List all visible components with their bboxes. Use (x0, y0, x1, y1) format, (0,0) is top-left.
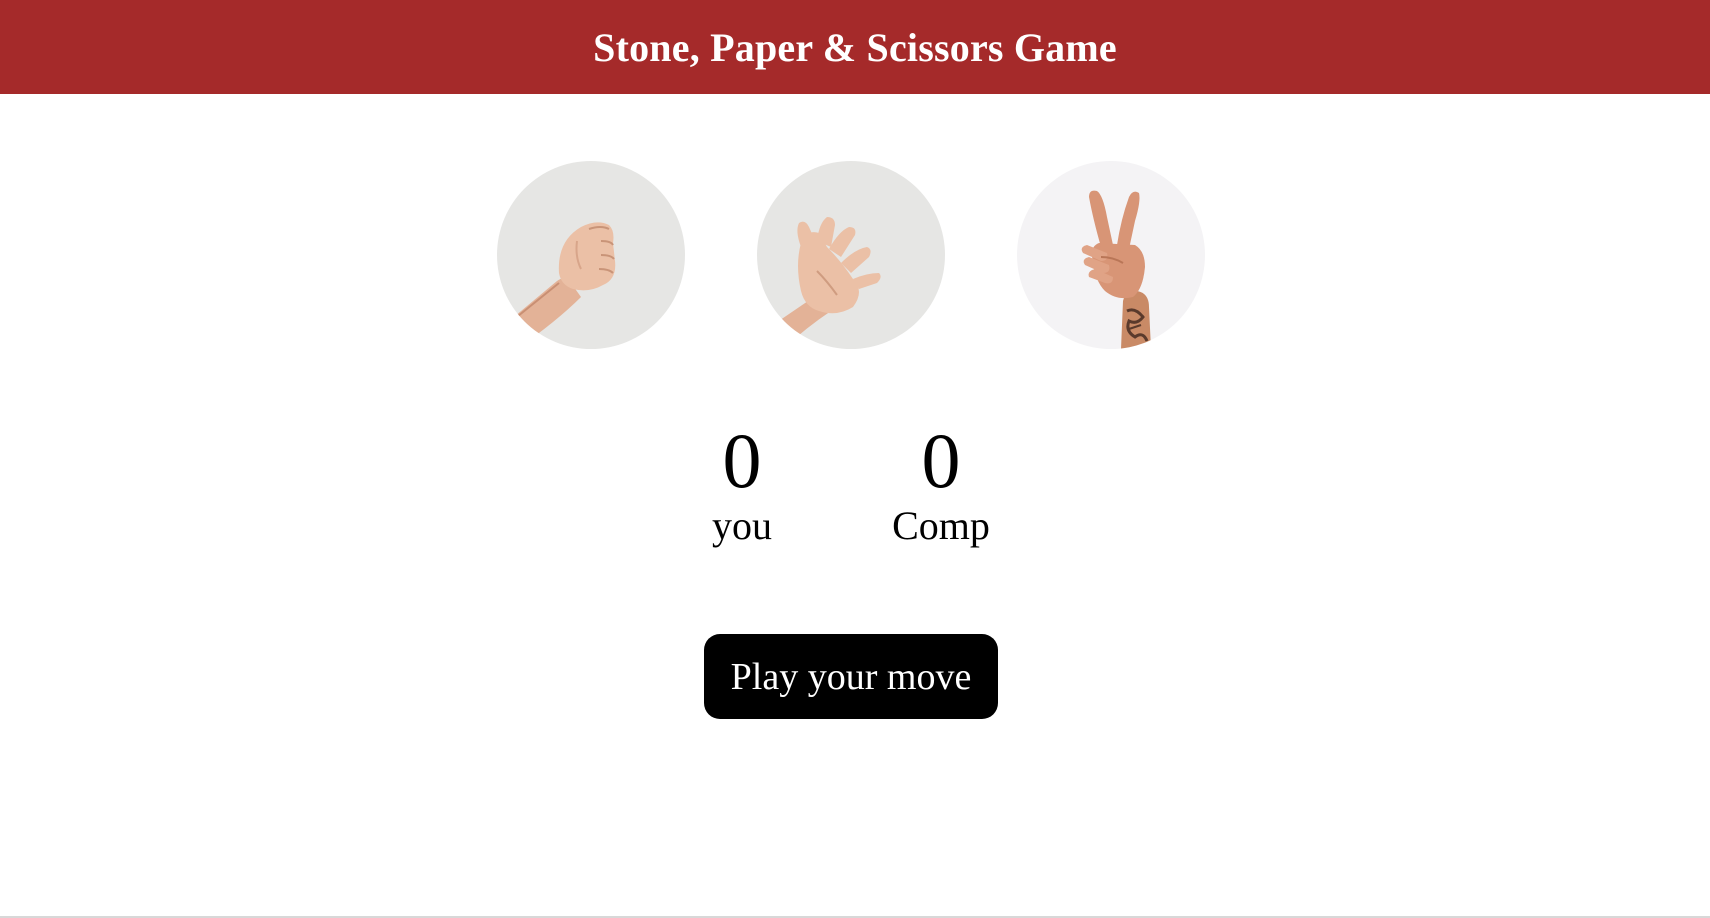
choice-scissors[interactable] (1017, 161, 1205, 349)
comp-score: 0 Comp (871, 420, 1011, 548)
rock-hand-icon (497, 161, 685, 349)
game-page: Stone, Paper & Scissors Game 0 you 0 Com… (0, 0, 1710, 918)
user-score: 0 you (672, 420, 812, 548)
choice-paper[interactable] (757, 161, 945, 349)
choices-row (0, 161, 1710, 349)
page-title: Stone, Paper & Scissors Game (593, 24, 1117, 70)
header-bar: Stone, Paper & Scissors Game (0, 0, 1710, 94)
user-score-value: 0 (722, 417, 762, 504)
user-score-label: you (712, 503, 772, 548)
comp-score-value: 0 (921, 417, 961, 504)
message-box: Play your move (704, 634, 998, 719)
comp-score-label: Comp (892, 503, 990, 548)
paper-hand-icon (757, 161, 945, 349)
choice-rock[interactable] (497, 161, 685, 349)
scissors-hand-icon (1017, 161, 1205, 349)
